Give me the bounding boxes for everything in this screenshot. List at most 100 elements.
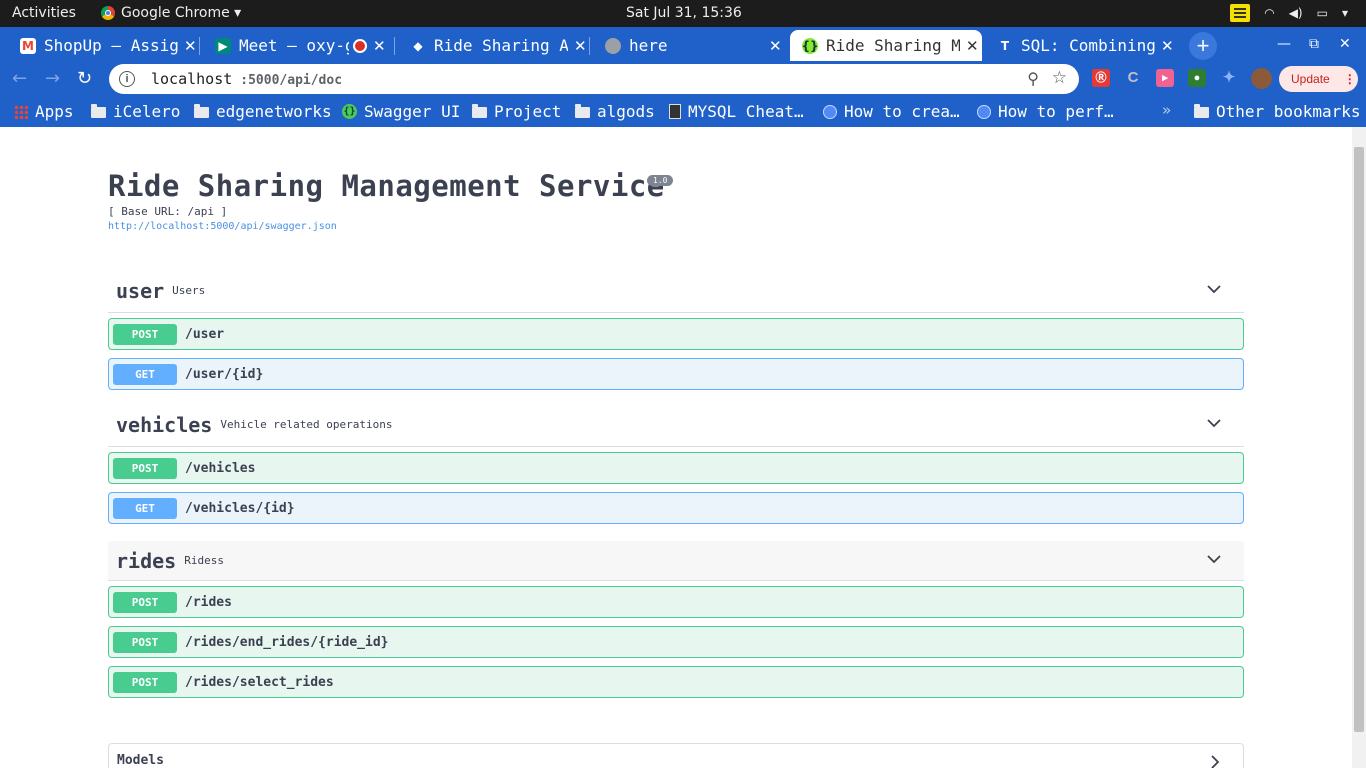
folder-icon	[575, 104, 590, 118]
extension-c-icon[interactable]: C	[1124, 69, 1142, 87]
tab-strip: M ShopUp – Assign ✕ ▶ Meet – oxy-g ✕ ◆ R…	[0, 27, 1366, 61]
globe-icon	[605, 37, 621, 54]
avatar[interactable]	[1251, 68, 1272, 89]
globe-icon	[823, 104, 837, 119]
chevron-down-icon	[1207, 555, 1221, 564]
tag-header-rides[interactable]: rides Ridess	[108, 541, 1244, 581]
bookmark-how-to-create[interactable]: How to crea…	[823, 102, 960, 121]
reload-button[interactable]: ↻	[77, 68, 92, 89]
operation-post-user[interactable]: POST /user	[108, 318, 1244, 350]
bookmark-label: Project	[494, 102, 562, 121]
tag-header-vehicles[interactable]: vehicles Vehicle related operations	[108, 403, 1244, 447]
url-text[interactable]: localhost:5000/api/doc	[151, 70, 342, 88]
bookmark-swagger-ui[interactable]: {} Swagger UI	[342, 102, 460, 121]
bookmark-icelero[interactable]: iCelero	[91, 102, 180, 121]
bookmark-label: Apps	[35, 102, 74, 121]
close-icon[interactable]: ✕	[574, 37, 587, 55]
meet-icon: ▶	[215, 37, 231, 54]
tag-name: user	[116, 278, 165, 303]
bookmark-label: iCelero	[113, 102, 181, 121]
operation-post-select-rides[interactable]: POST /rides/select_rides	[108, 666, 1244, 698]
bookmark-label: How to crea…	[844, 102, 960, 121]
close-icon[interactable]: ✕	[769, 37, 782, 55]
base-url: [ Base URL: /api ]	[108, 205, 228, 218]
operation-get-vehicles-id[interactable]: GET /vehicles/{id}	[108, 492, 1244, 524]
operation-get-user-id[interactable]: GET /user/{id}	[108, 358, 1244, 390]
scrollbar-thumb[interactable]	[1354, 147, 1364, 732]
bookmark-algods[interactable]: algods	[575, 102, 655, 121]
close-icon[interactable]: ✕	[373, 37, 386, 55]
operation-path: /rides	[185, 594, 232, 610]
page-scrollbar[interactable]	[1352, 127, 1366, 768]
folder-icon	[472, 104, 487, 118]
maximize-button[interactable]: ⧉	[1309, 36, 1319, 52]
close-icon[interactable]: ✕	[184, 37, 197, 55]
tab-here[interactable]: here ✕	[593, 30, 785, 61]
tab-shopup[interactable]: M ShopUp – Assign ✕	[8, 30, 200, 61]
notes-icon[interactable]	[1230, 4, 1251, 22]
tab-title: Meet – oxy-g	[239, 36, 349, 55]
more-bookmarks-icon[interactable]: »	[1162, 101, 1171, 119]
method-badge: POST	[113, 457, 177, 479]
tag-description: Vehicle related operations	[220, 418, 393, 431]
extension-red-icon[interactable]: Ⓡ	[1092, 69, 1110, 87]
operation-path: /vehicles	[185, 460, 256, 476]
info-icon[interactable]: i	[119, 71, 135, 87]
bookmark-label: How to perf…	[998, 102, 1114, 121]
tab-ride-sharing-app[interactable]: ◆ Ride Sharing Ap ✕	[398, 30, 590, 61]
bookmark-star-icon[interactable]: ☆	[1052, 68, 1067, 88]
bookmark-label: Swagger UI	[364, 102, 461, 121]
forward-button[interactable]: →	[45, 68, 60, 89]
tag-name: rides	[116, 548, 177, 573]
zoom-icon[interactable]: ⚲	[1027, 69, 1039, 89]
extension-video-icon[interactable]: ▸	[1156, 69, 1174, 87]
operation-path: /rides/select_rides	[185, 674, 334, 690]
layers-icon: ◆	[410, 37, 426, 54]
swagger-icon: {}	[342, 104, 357, 119]
system-tray[interactable]: ◠ ◀) ▭ ▾	[1230, 4, 1348, 22]
operation-post-rides[interactable]: POST /rides	[108, 586, 1244, 618]
close-icon[interactable]: ✕	[966, 37, 979, 55]
operation-path: /user	[185, 326, 225, 342]
tab-meet[interactable]: ▶ Meet – oxy-g ✕	[203, 30, 395, 61]
address-bar[interactable]: i localhost:5000/api/doc ⚲ ☆	[109, 64, 1079, 94]
tab-sql-combining[interactable]: T SQL: Combining ✕	[985, 30, 1177, 61]
close-icon[interactable]: ✕	[1161, 37, 1174, 55]
operation-post-end-rides[interactable]: POST /rides/end_rides/{ride_id}	[108, 626, 1244, 658]
operation-post-vehicles[interactable]: POST /vehicles	[108, 452, 1244, 484]
models-label: Models	[117, 753, 164, 768]
method-badge: POST	[113, 591, 177, 613]
folder-icon	[194, 104, 209, 118]
version-badge: 1.0	[647, 175, 674, 186]
close-window-button[interactable]: ✕	[1339, 36, 1351, 52]
bookmark-project[interactable]: Project	[472, 102, 561, 121]
new-tab-button[interactable]: +	[1189, 32, 1217, 60]
bookmark-other[interactable]: Other bookmarks	[1194, 102, 1361, 121]
tab-title: SQL: Combining	[1021, 36, 1155, 55]
tag-header-user[interactable]: user Users	[108, 269, 1244, 313]
url-host: localhost	[151, 70, 233, 88]
bookmark-how-to-perform[interactable]: How to perf…	[977, 102, 1114, 121]
bookmark-apps[interactable]: Apps	[14, 102, 74, 121]
wifi-icon: ◠	[1264, 6, 1275, 20]
tab-title: ShopUp – Assign	[44, 36, 178, 55]
activities-button[interactable]: Activities	[12, 5, 76, 21]
bookmark-mysql-cheat[interactable]: MYSQL Cheat…	[669, 102, 804, 121]
method-badge: GET	[113, 497, 177, 519]
extensions-puzzle-icon[interactable]: ✦	[1220, 69, 1238, 87]
minimize-button[interactable]: —	[1277, 36, 1291, 52]
bookmark-edgenetworks[interactable]: edgenetworks	[194, 102, 332, 121]
back-button[interactable]: ←	[12, 68, 27, 89]
extension-person-icon[interactable]: ●	[1188, 69, 1206, 87]
clock[interactable]: Sat Jul 31, 15:36	[626, 5, 742, 21]
globe-icon	[977, 104, 991, 119]
swagger-json-link[interactable]: http://localhost:5000/api/swagger.json	[108, 221, 337, 232]
update-button[interactable]: Update ⋮	[1279, 66, 1358, 92]
app-menu-label: Google Chrome ▾	[121, 5, 242, 21]
method-badge: POST	[113, 671, 177, 693]
models-section[interactable]: Models	[108, 743, 1244, 768]
tab-ride-sharing-management[interactable]: {} Ride Sharing Ma ✕	[790, 30, 982, 61]
method-badge: GET	[113, 363, 177, 385]
app-menu[interactable]: Google Chrome ▾	[101, 5, 241, 21]
tab-title: Ride Sharing Ma	[826, 36, 960, 55]
